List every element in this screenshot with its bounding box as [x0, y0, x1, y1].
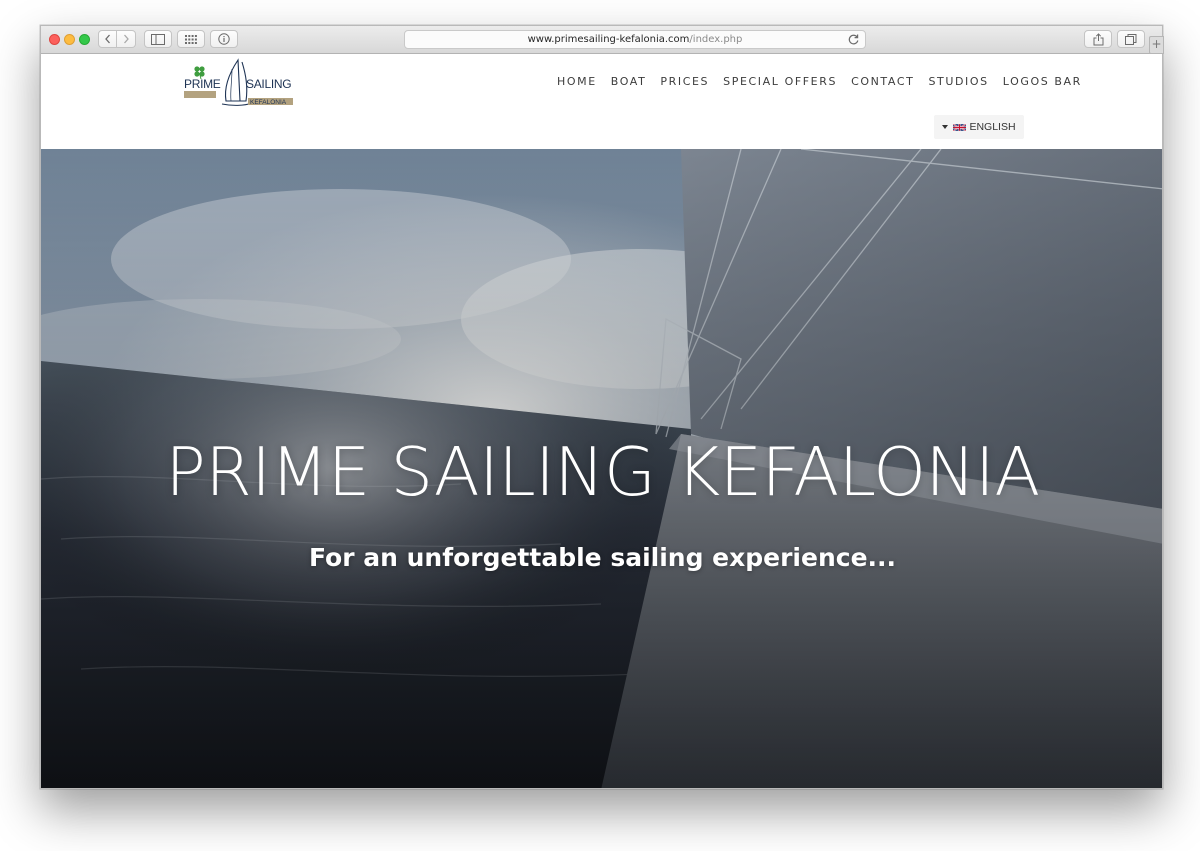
- reload-icon[interactable]: [847, 33, 860, 46]
- hero-title: PRIME SAILING KEFALONIA: [165, 433, 1040, 511]
- hero-section: PRIME SAILING KEFALONIA For an unforgett…: [41, 149, 1162, 788]
- minimize-window-button[interactable]: [64, 34, 75, 45]
- language-selector[interactable]: ENGLISH: [934, 115, 1024, 139]
- history-buttons: [98, 30, 136, 48]
- address-bar[interactable]: www.primesailing-kefalonia.com/index.php: [404, 30, 866, 49]
- maximize-window-button[interactable]: [79, 34, 90, 45]
- url-domain: www.primesailing-kefalonia.com: [527, 34, 690, 45]
- browser-window: www.primesailing-kefalonia.com/index.php…: [40, 25, 1163, 789]
- sidebar-icon: [151, 33, 165, 45]
- close-window-button[interactable]: [49, 34, 60, 45]
- nav-item-studios[interactable]: STUDIOS: [928, 75, 988, 88]
- grid-icon: [185, 34, 197, 44]
- hero-subtitle: For an unforgettable sailing experience.…: [308, 543, 897, 572]
- language-label: ENGLISH: [969, 121, 1016, 133]
- nav-item-home[interactable]: HOME: [557, 75, 597, 88]
- url-path: /index.php: [689, 34, 743, 45]
- site-logo[interactable]: PRIME SAILING KEFALONIA: [182, 57, 297, 109]
- chevron-right-icon: [124, 34, 129, 44]
- share-icon: [1093, 32, 1103, 45]
- logo-text-kefalonia: KEFALONIA: [250, 99, 287, 106]
- show-tabs-button[interactable]: [1117, 30, 1145, 48]
- top-sites-button[interactable]: [177, 30, 205, 48]
- forward-button[interactable]: [117, 30, 136, 48]
- tabs-icon: [1125, 33, 1137, 45]
- logo-bar-left: [184, 91, 216, 98]
- nav-item-logos-bar[interactable]: LOGOS BAR: [1003, 75, 1082, 88]
- nav-item-boat[interactable]: BOAT: [611, 75, 647, 88]
- nav-item-prices[interactable]: PRICES: [660, 75, 709, 88]
- info-button[interactable]: [210, 30, 238, 48]
- sidebar-button[interactable]: [144, 30, 172, 48]
- back-button[interactable]: [98, 30, 117, 48]
- uk-flag-icon: [953, 123, 967, 131]
- caret-down-icon: [942, 125, 949, 129]
- site-header: PRIME SAILING KEFALONIA HOME BOAT PRICES…: [41, 54, 1162, 149]
- nav-item-special-offers[interactable]: SPECIAL OFFERS: [723, 75, 837, 88]
- browser-toolbar: www.primesailing-kefalonia.com/index.php: [41, 26, 1162, 54]
- nav-item-contact[interactable]: CONTACT: [851, 75, 914, 88]
- share-button[interactable]: [1084, 30, 1112, 48]
- logo-text-prime: PRIME: [184, 77, 221, 91]
- logo-text-sailing: SAILING: [246, 77, 291, 91]
- main-nav: HOME BOAT PRICES SPECIAL OFFERS CONTACT …: [557, 75, 1096, 88]
- new-tab-button[interactable]: +: [1149, 36, 1164, 54]
- chevron-left-icon: [104, 34, 110, 44]
- info-icon: [218, 33, 230, 45]
